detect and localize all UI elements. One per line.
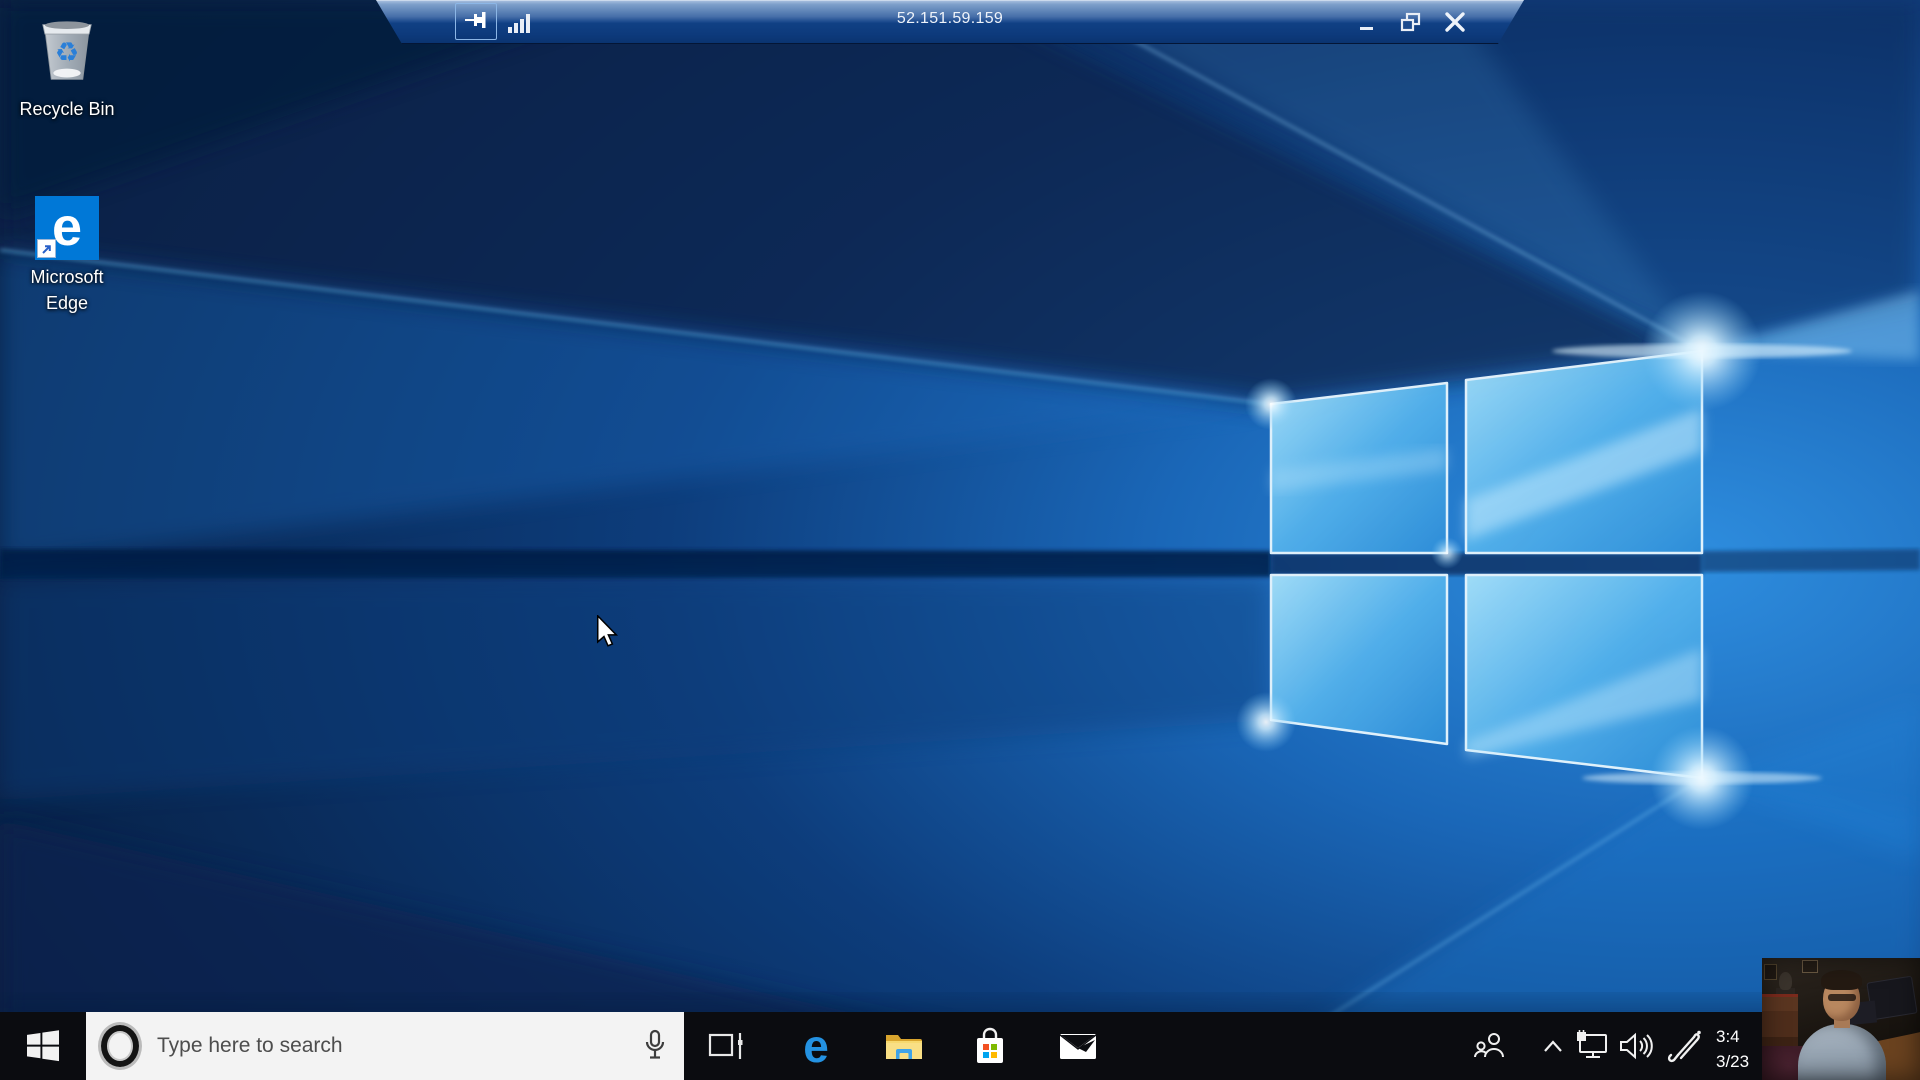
close-button[interactable] [1440,7,1470,37]
webcam-overlay [1762,958,1920,1080]
network-icon [1577,1030,1607,1058]
desktop-icon-microsoft-edge[interactable]: e Microsoft Edge [17,196,117,316]
minimize-icon [1356,11,1378,33]
desktop-icon-recycle-bin[interactable]: ♻ Recycle Bin [7,12,127,122]
taskbar-mail-button[interactable] [1054,1012,1102,1080]
edge-icon: e [35,196,99,260]
taskbar-file-explorer-button[interactable] [880,1012,928,1080]
rdp-window-controls [1352,7,1470,37]
taskbar-edge-button[interactable]: e [792,1012,840,1080]
microphone-icon[interactable] [642,1029,668,1063]
recycle-bin-icon: ♻ [42,21,92,80]
start-icon [27,1030,59,1062]
recycle-bin-label: Recycle Bin [19,99,115,119]
taskbar-store-button[interactable] [966,1012,1014,1080]
rdp-connection-bar: 52.151.59.159 [376,0,1524,44]
search-placeholder: Type here to search [157,1034,343,1057]
restore-button[interactable] [1396,7,1426,37]
search-input[interactable]: Type here to search [86,1012,684,1080]
recycle-glyph: ♻ [55,36,80,67]
show-hidden-icons-button[interactable] [1538,1012,1568,1080]
restore-down-icon [1399,10,1423,34]
windows-hero-wallpaper [0,0,1920,1080]
windows-ink-pen-icon [1667,1030,1701,1063]
mail-icon [1059,1034,1097,1059]
windows-ink-button[interactable] [1660,1012,1708,1080]
volume-icon [1620,1032,1653,1060]
shortcut-arrow-icon [37,239,56,258]
start-button[interactable] [0,1012,86,1080]
network-button[interactable] [1570,1012,1614,1080]
edge-shortcut-label: Microsoft Edge [30,267,104,313]
close-icon [1443,10,1467,34]
minimize-button[interactable] [1352,7,1382,37]
remote-desktop-screen: 52.151.59.159 ♻ Recycle Bin e Microsoft … [0,0,1920,1080]
taskbar: Type here to search e 3:4 3/23 [0,1012,1920,1080]
mouse-cursor [596,615,619,647]
cortana-icon [101,1025,139,1067]
volume-button[interactable] [1614,1012,1658,1080]
microsoft-store-icon [977,1027,1003,1063]
people-icon [1474,1033,1504,1058]
people-button[interactable] [1466,1012,1514,1080]
task-view-button[interactable] [703,1012,751,1080]
edge-icon: e [803,1020,829,1072]
hidden-icons-chevron-icon [1544,1040,1562,1052]
webcam-vignette [1762,958,1920,1080]
task-view-icon [708,1033,743,1059]
file-explorer-icon [886,1035,922,1059]
